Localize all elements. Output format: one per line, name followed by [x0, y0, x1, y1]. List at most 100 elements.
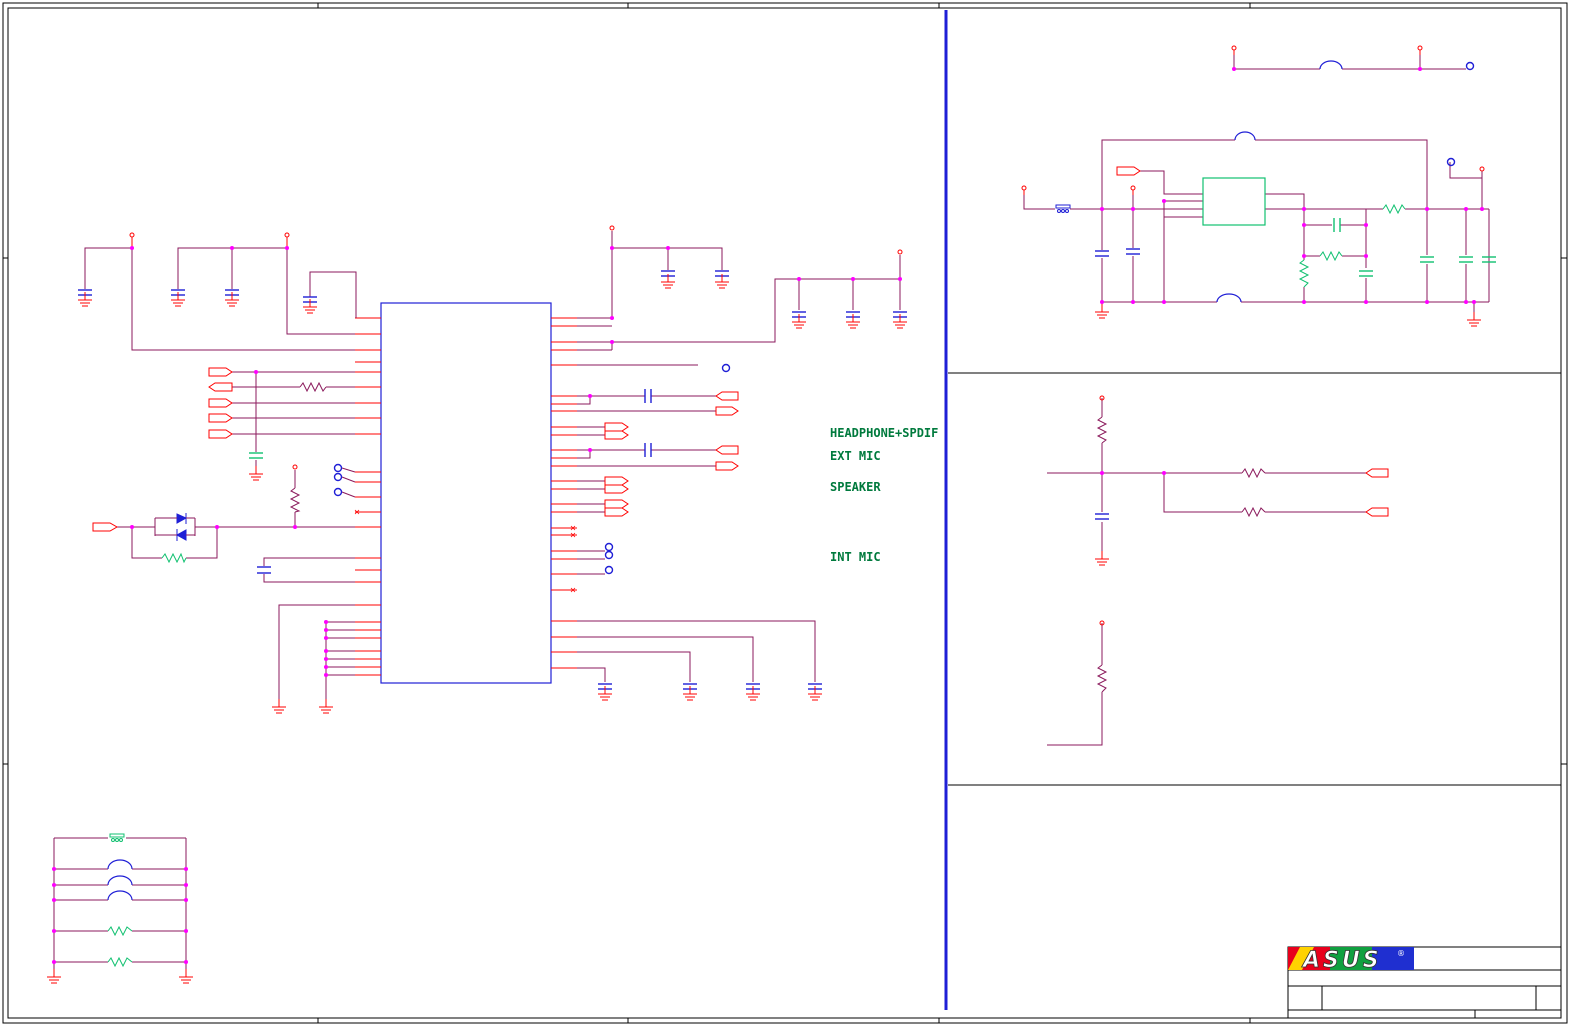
- junction-dot: [285, 246, 289, 250]
- junction-dot: [851, 277, 855, 281]
- junction-dot: [254, 370, 258, 374]
- junction-dot: [1464, 300, 1468, 304]
- ground-symbol: [792, 314, 806, 329]
- ground-symbol: [303, 299, 317, 314]
- junction-dot: [1364, 300, 1368, 304]
- junction-dot: [610, 340, 614, 344]
- junction-dot: [1302, 300, 1306, 304]
- junction-dot: [1302, 207, 1306, 211]
- resistors: [107, 203, 1406, 968]
- title-block: ASUS ®: [1287, 946, 1562, 1019]
- ground-symbol: [272, 699, 286, 714]
- junction-dot: [1425, 300, 1429, 304]
- junction-dot: [293, 525, 297, 529]
- ground-symbol: [1095, 551, 1109, 566]
- junction-dot: [324, 628, 328, 632]
- junction-dot: [130, 525, 134, 529]
- junction-dot: [184, 929, 188, 933]
- junction-dot: [52, 867, 56, 871]
- junction-dot: [1131, 300, 1135, 304]
- ground-symbol: [47, 969, 61, 984]
- junction-dot: [1364, 223, 1368, 227]
- wires: [53, 55, 1490, 975]
- ground-symbol: [808, 686, 822, 701]
- ground-symbols: [47, 274, 1481, 984]
- ground-symbol: [249, 466, 263, 481]
- junction-dot: [588, 448, 592, 452]
- svg-text:®: ®: [1397, 949, 1405, 958]
- label-headphone-spdif: HEADPHONE+SPDIF: [830, 426, 938, 440]
- esd-diodes: [155, 513, 195, 541]
- junction-dot: [1480, 207, 1484, 211]
- junction-dot: [324, 636, 328, 640]
- ground-symbol: [893, 314, 907, 329]
- junction-dot: [1464, 207, 1468, 211]
- junction-dot: [610, 316, 614, 320]
- junction-dot: [184, 898, 188, 902]
- junction-dot: [52, 929, 56, 933]
- junction-dot: [1232, 67, 1236, 71]
- ground-symbol: [598, 686, 612, 701]
- port-flags: [92, 166, 1389, 532]
- ground-symbol: [1467, 312, 1481, 327]
- junction-dot: [1162, 471, 1166, 475]
- ground-symbol: [683, 686, 697, 701]
- codec-right-pins: [551, 317, 577, 669]
- label-int-mic: INT MIC: [830, 550, 881, 564]
- junction-dot: [898, 277, 902, 281]
- green-capacitors: [249, 218, 1496, 459]
- junction-dot: [52, 960, 56, 964]
- junction-dot: [1100, 471, 1104, 475]
- jumpers: [107, 60, 1343, 901]
- junction-dot: [52, 898, 56, 902]
- junction-dot: [1302, 254, 1306, 258]
- junction-dot: [52, 883, 56, 887]
- junction-dot: [610, 246, 614, 250]
- codec-left-pins: [355, 317, 381, 676]
- ground-symbol: [319, 699, 333, 714]
- capacitors: [78, 248, 1140, 690]
- label-speaker: SPEAKER: [830, 480, 881, 494]
- ground-symbol: [171, 292, 185, 307]
- junction-dot: [1162, 300, 1166, 304]
- audio-schematic: HEADPHONE+SPDIF EXT MIC SPEAKER INT MIC …: [2, 2, 1568, 1024]
- svg-text:ASUS: ASUS: [1301, 948, 1382, 973]
- junction-dot: [666, 246, 670, 250]
- junction-dot: [324, 665, 328, 669]
- junction-dot: [1425, 207, 1429, 211]
- no-connect-marks: [354, 509, 576, 593]
- junction-dot: [215, 525, 219, 529]
- ground-symbol: [1095, 304, 1109, 319]
- junction-dot: [1162, 199, 1166, 203]
- junction-dot: [324, 673, 328, 677]
- junction-dot: [184, 960, 188, 964]
- junction-dot: [1472, 300, 1476, 304]
- junction-dot: [324, 657, 328, 661]
- junction-dot: [1302, 223, 1306, 227]
- ground-symbol: [179, 969, 193, 984]
- junction-dot: [1418, 67, 1422, 71]
- power-symbols: [129, 45, 1485, 626]
- junction-dot: [797, 277, 801, 281]
- junction-dot: [130, 246, 134, 250]
- junction-dot: [230, 246, 234, 250]
- asus-logo: ASUS ®: [1288, 947, 1414, 973]
- junction-dot: [588, 394, 592, 398]
- junction-dot: [1100, 207, 1104, 211]
- codec-ic: [380, 302, 552, 684]
- regulator-ic: [1202, 177, 1266, 226]
- junction-dot: [1100, 300, 1104, 304]
- junction-dot: [1131, 207, 1135, 211]
- junction-dots: [52, 67, 1484, 964]
- ground-symbol: [78, 292, 92, 307]
- junction-dot: [324, 649, 328, 653]
- junction-dot: [184, 883, 188, 887]
- ground-symbol: [225, 292, 239, 307]
- ground-symbol: [746, 686, 760, 701]
- junction-dot: [184, 867, 188, 871]
- sheet-frame: [2, 2, 1568, 1024]
- ground-symbol: [846, 314, 860, 329]
- ferrite-beads: [109, 204, 1071, 842]
- junction-dot: [324, 620, 328, 624]
- label-ext-mic: EXT MIC: [830, 449, 881, 463]
